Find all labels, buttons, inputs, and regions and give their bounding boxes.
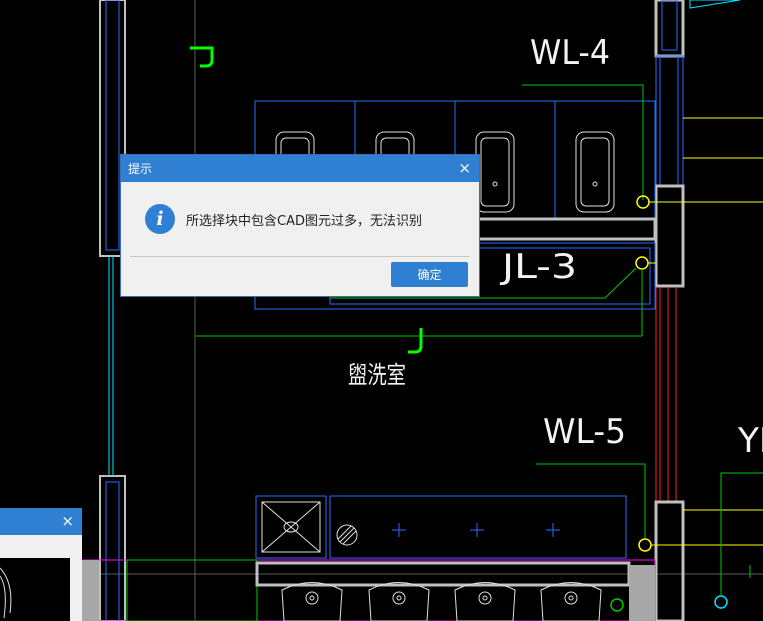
pipe-symbol-j-upper [190,46,214,68]
info-icon: i [145,204,175,234]
leader-wl4 [522,84,644,200]
urinal [540,582,602,621]
dialog-titlebar[interactable]: 提示 × [121,155,479,182]
label-wl5: WL-5 [543,412,626,452]
alert-dialog: 提示 × i 所选择块中包含CAD图元过多，无法识别 确定 [120,154,480,297]
leader-wl5 [536,463,646,538]
urinal [368,582,430,621]
urinal [454,582,516,621]
wall-right-mid [654,184,685,288]
background-dialog: × [0,508,82,621]
label-yl-partial: YL [737,421,763,461]
squat-toilet [475,131,515,213]
wall-right-lower [654,500,685,621]
background-dialog-preview [0,558,70,621]
dialog-divider [130,256,470,257]
pipe-marker-jl3 [635,256,649,270]
ok-button[interactable]: 确定 [391,262,468,287]
label-wl4: WL-4 [530,33,610,73]
wall-right-top [654,0,685,58]
dialog-body: i 所选择块中包含CAD图元过多，无法识别 [121,182,479,236]
pipe-symbol-j-lower [408,328,423,354]
background-dialog-titlebar[interactable]: × [0,508,82,535]
pipe-marker-wl5 [638,538,652,552]
sink-counter-lower [329,495,627,559]
cad-drawing-canvas[interactable]: WL-4 JL-3 盥洗室 WL-5 YL [0,0,763,621]
label-jl3: JL-3 [500,247,577,287]
dialog-message: 所选择块中包含CAD图元过多，无法识别 [186,213,422,229]
dialog-title: 提示 [128,162,153,176]
wall-left-lower [99,475,126,621]
label-room: 盥洗室 [348,361,406,389]
squat-toilet [575,131,615,213]
urinal [281,582,343,621]
background-dialog-close-icon[interactable]: × [61,512,74,530]
close-icon[interactable]: × [458,161,471,176]
